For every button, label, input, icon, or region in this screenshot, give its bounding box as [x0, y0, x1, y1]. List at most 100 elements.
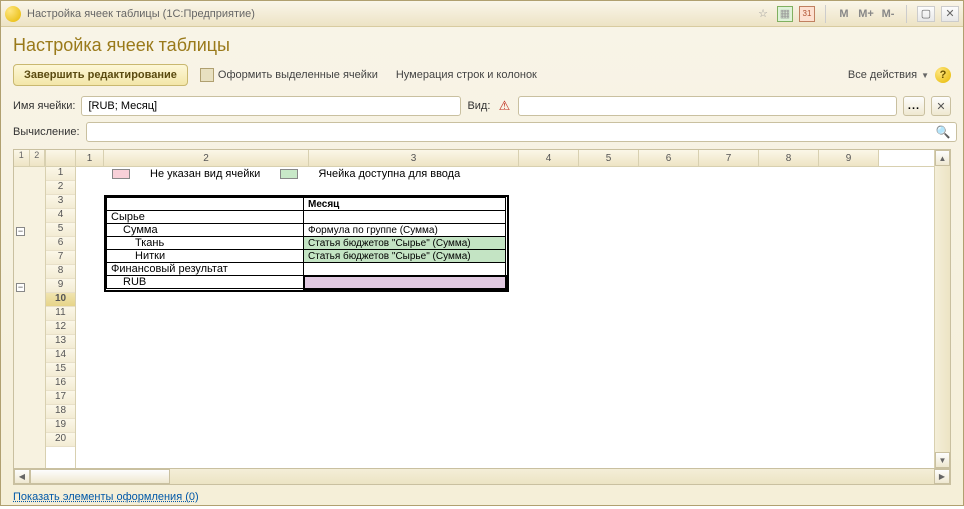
- calc-label: Вычисление:: [13, 126, 80, 138]
- legend: Не указан вид ячейки Ячейка доступна для…: [104, 167, 468, 181]
- row-number[interactable]: 8: [46, 265, 75, 279]
- grid-cell-selected[interactable]: [304, 276, 506, 289]
- outline-level-1[interactable]: 1: [14, 150, 30, 166]
- row-number[interactable]: 16: [46, 377, 75, 391]
- memory-mplus-button[interactable]: M+: [858, 6, 874, 22]
- window-title: Настройка ячеек таблицы (1С:Предприятие): [27, 8, 755, 20]
- grid-row-label[interactable]: Финансовый результат: [107, 263, 304, 276]
- grid-cell[interactable]: Статья бюджетов "Сырье" (Сумма): [304, 250, 506, 263]
- all-actions-label: Все действия: [848, 69, 917, 81]
- spreadsheet: 1 2 − − 1 2 3 4 5 6 7 8 9 10 11 12 13 14…: [13, 149, 951, 469]
- calendar-icon[interactable]: 31: [799, 6, 815, 22]
- grid-row-label[interactable]: Сумма: [107, 224, 304, 237]
- row-number[interactable]: 13: [46, 335, 75, 349]
- vid-clear-button[interactable]: ✕: [931, 96, 951, 116]
- close-button[interactable]: ✕: [941, 6, 959, 22]
- col-header[interactable]: 9: [819, 150, 879, 166]
- grid-cell[interactable]: Формула по группе (Сумма): [304, 224, 506, 237]
- grid-row-label[interactable]: Нитки: [107, 250, 304, 263]
- row-number[interactable]: 3: [46, 195, 75, 209]
- column-headers: 1 2 3 4 5 6 7 8 9: [76, 150, 934, 167]
- all-actions-dropdown[interactable]: Все действия ▼: [848, 69, 929, 81]
- col-header[interactable]: 3: [309, 150, 519, 166]
- page-header: Настройка ячеек таблицы: [1, 27, 963, 60]
- calculator-icon[interactable]: ▦: [777, 6, 793, 22]
- format-cells-button[interactable]: Оформить выделенные ячейки: [194, 66, 384, 84]
- star-icon[interactable]: ☆: [755, 6, 771, 22]
- scroll-track[interactable]: [170, 469, 934, 484]
- row-number[interactable]: 15: [46, 363, 75, 377]
- col-header[interactable]: 2: [104, 150, 309, 166]
- vid-picker-button[interactable]: ...: [903, 96, 925, 116]
- grid-cell[interactable]: [304, 211, 506, 224]
- scroll-right-button[interactable]: ▶: [934, 469, 950, 484]
- scroll-up-button[interactable]: ▲: [935, 150, 950, 166]
- calc-row: Вычисление: 🔍: [1, 119, 963, 145]
- grid-cell[interactable]: Статья бюджетов "Сырье" (Сумма): [304, 237, 506, 250]
- maximize-button[interactable]: ▢: [917, 6, 935, 22]
- memory-mminus-button[interactable]: M-: [880, 6, 896, 22]
- row-number[interactable]: 20: [46, 433, 75, 447]
- app-window: Настройка ячеек таблицы (1С:Предприятие)…: [0, 0, 964, 506]
- toolbar: Завершить редактирование Оформить выделе…: [1, 60, 963, 93]
- row-number[interactable]: 4: [46, 209, 75, 223]
- grid-row-label[interactable]: Сырье: [107, 211, 304, 224]
- row-number[interactable]: 17: [46, 391, 75, 405]
- format-icon: [200, 68, 214, 82]
- outline-toggle[interactable]: −: [16, 283, 25, 292]
- row-number[interactable]: 1: [46, 167, 75, 181]
- separator: [825, 5, 826, 23]
- grid-col-header[interactable]: Месяц: [304, 198, 506, 211]
- row-number[interactable]: 14: [46, 349, 75, 363]
- show-formatting-link[interactable]: Показать элементы оформления (0): [13, 491, 199, 503]
- cellname-row: Имя ячейки: Вид: ⚠ ... ✕: [1, 93, 963, 119]
- grid-cell[interactable]: [304, 263, 506, 276]
- col-header[interactable]: 1: [76, 150, 104, 166]
- format-cells-label: Оформить выделенные ячейки: [218, 69, 378, 81]
- calc-input[interactable]: [86, 122, 957, 142]
- vertical-scrollbar[interactable]: ▲ ▼: [934, 150, 950, 468]
- row-numbers: 1 2 3 4 5 6 7 8 9 10 11 12 13 14 15 16 1…: [46, 150, 76, 468]
- sheet-body[interactable]: 1 2 3 4 5 6 7 8 9 Не указан вид ячейки Я…: [76, 150, 934, 468]
- horizontal-scrollbar[interactable]: ◀ ▶: [13, 469, 951, 485]
- col-header[interactable]: 7: [699, 150, 759, 166]
- scroll-down-button[interactable]: ▼: [935, 452, 950, 468]
- help-icon[interactable]: ?: [935, 67, 951, 83]
- scroll-track[interactable]: [935, 166, 950, 452]
- chevron-down-icon: ▼: [921, 71, 929, 80]
- cellname-label: Имя ячейки:: [13, 100, 75, 112]
- app-logo-icon: [5, 6, 21, 22]
- col-header[interactable]: 8: [759, 150, 819, 166]
- vid-label: Вид:: [467, 100, 490, 112]
- col-header[interactable]: 5: [579, 150, 639, 166]
- row-number[interactable]: 11: [46, 307, 75, 321]
- cellname-input[interactable]: [81, 96, 461, 116]
- row-number[interactable]: 19: [46, 419, 75, 433]
- vid-input[interactable]: [518, 96, 897, 116]
- finish-editing-button[interactable]: Завершить редактирование: [13, 64, 188, 86]
- grid-row-label[interactable]: Ткань: [107, 237, 304, 250]
- outline-toggle[interactable]: −: [16, 227, 25, 236]
- row-number[interactable]: 7: [46, 251, 75, 265]
- memory-m-button[interactable]: M: [836, 6, 852, 22]
- scroll-left-button[interactable]: ◀: [14, 469, 30, 484]
- numbering-button[interactable]: Нумерация строк и колонок: [390, 67, 543, 83]
- row-number[interactable]: 6: [46, 237, 75, 251]
- row-number-selected[interactable]: 10: [46, 293, 75, 307]
- row-number[interactable]: 9: [46, 279, 75, 293]
- col-header[interactable]: 6: [639, 150, 699, 166]
- legend-label-2: Ячейка доступна для ввода: [318, 168, 460, 180]
- search-icon[interactable]: 🔍: [935, 124, 951, 140]
- data-grid: Месяц Сырье СуммаФормула по группе (Сумм…: [104, 195, 509, 292]
- grid-row-label[interactable]: RUB: [107, 276, 304, 289]
- warning-icon: ⚠: [496, 98, 512, 114]
- numbering-label: Нумерация строк и колонок: [396, 69, 537, 81]
- row-number[interactable]: 12: [46, 321, 75, 335]
- scroll-thumb[interactable]: [30, 469, 170, 484]
- outline-level-2[interactable]: 2: [30, 150, 46, 166]
- titlebar: Настройка ячеек таблицы (1С:Предприятие)…: [1, 1, 963, 27]
- row-number[interactable]: 18: [46, 405, 75, 419]
- row-number[interactable]: 2: [46, 181, 75, 195]
- row-number[interactable]: 5: [46, 223, 75, 237]
- col-header[interactable]: 4: [519, 150, 579, 166]
